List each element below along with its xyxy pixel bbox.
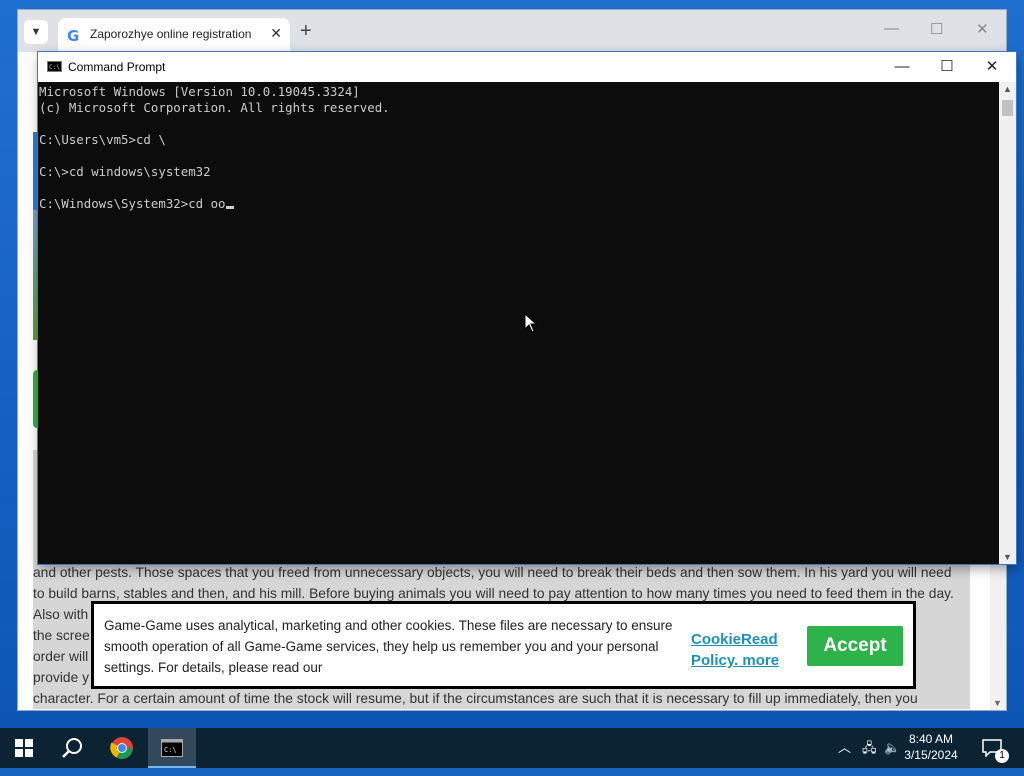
google-favicon-icon: G [67, 27, 80, 45]
browser-minimize-button[interactable]: — [884, 20, 899, 37]
article-line: and other pests. Those spaces that you f… [33, 562, 970, 583]
console-output: Microsoft Windows [Version 10.0.19045.33… [39, 84, 390, 212]
clock-time: 8:40 AM [908, 732, 954, 746]
cmd-minimize-button[interactable]: — [879, 56, 925, 78]
mouse-pointer-icon [524, 313, 538, 333]
taskbar-search-button[interactable] [48, 728, 96, 768]
console-line: C:\Users\vm5>cd \ [39, 132, 166, 147]
cmd-icon: C:\ [47, 61, 62, 72]
scroll-down-arrow-icon[interactable]: ▼ [1003, 552, 1012, 562]
article-line: character. For a certain amount of time … [33, 688, 970, 709]
browser-tab[interactable]: G Zaporozhye online registration ✕ [58, 18, 290, 52]
browser-tab-bar: ▼ G Zaporozhye online registration ✕ + —… [18, 10, 1006, 52]
chevron-down-icon: ▼ [30, 26, 42, 38]
command-prompt-window: C:\ Command Prompt — ☐ ✕ Microsoft Windo… [38, 52, 1016, 564]
tab-close-icon[interactable]: ✕ [270, 25, 282, 42]
scrollbar-thumb[interactable] [1002, 100, 1013, 116]
clock-date: 3/15/2024 [904, 748, 958, 762]
console-line: (c) Microsoft Corporation. All rights re… [39, 100, 390, 115]
search-icon [62, 738, 82, 758]
scroll-up-arrow-icon[interactable]: ▲ [1003, 84, 1012, 94]
cmd-scrollbar[interactable]: ▲ ▼ [999, 82, 1016, 564]
cmd-window-title: Command Prompt [68, 60, 166, 74]
tab-search-button[interactable]: ▼ [24, 20, 48, 44]
network-icon[interactable]: 🖧 [862, 728, 877, 768]
console-line: C:\>cd windows\system32 [39, 164, 211, 179]
browser-maximize-button[interactable]: ☐ [930, 20, 943, 38]
console-line: Microsoft Windows [Version 10.0.19045.33… [39, 84, 360, 99]
new-tab-button[interactable]: + [300, 20, 312, 43]
cookie-policy-link[interactable]: CookieRead Policy. more [691, 629, 791, 671]
cookie-consent-banner: Game-Game uses analytical, marketing and… [91, 601, 916, 689]
tab-title: Zaporozhye online registration [90, 27, 252, 41]
taskbar-chrome-button[interactable] [98, 728, 146, 768]
cmd-close-button[interactable]: ✕ [969, 56, 1015, 78]
show-hidden-icons-chevron-icon[interactable]: ︿ [838, 728, 851, 768]
notification-count-badge: 1 [995, 749, 1009, 763]
clock[interactable]: 8:40 AM 3/15/2024 [896, 731, 966, 763]
text-cursor [225, 206, 234, 209]
cmd-maximize-button[interactable]: ☐ [924, 56, 970, 78]
start-button[interactable] [0, 728, 48, 768]
action-center-button[interactable]: 1 [982, 728, 1009, 768]
accept-cookies-button[interactable]: Accept [807, 626, 903, 666]
console-area[interactable]: Microsoft Windows [Version 10.0.19045.33… [38, 82, 999, 564]
browser-close-button[interactable]: ✕ [976, 20, 989, 38]
taskbar: C:\ ︿ 🖧 🔈 8:40 AM 3/15/2024 1 [0, 728, 1024, 768]
cmd-titlebar[interactable]: C:\ Command Prompt — ☐ ✕ [38, 52, 1016, 82]
scroll-down-arrow-icon[interactable]: ▼ [993, 698, 1002, 708]
console-prompt-line[interactable]: C:\Windows\System32>cd oo [39, 196, 226, 211]
cmd-icon: C:\ [161, 739, 183, 757]
taskbar-cmd-button[interactable]: C:\ [148, 728, 196, 768]
windows-start-icon [15, 739, 33, 757]
chrome-icon [110, 737, 133, 759]
cookie-text: Game-Game uses analytical, marketing and… [104, 618, 673, 675]
svg-text:C:\: C:\ [164, 746, 177, 754]
